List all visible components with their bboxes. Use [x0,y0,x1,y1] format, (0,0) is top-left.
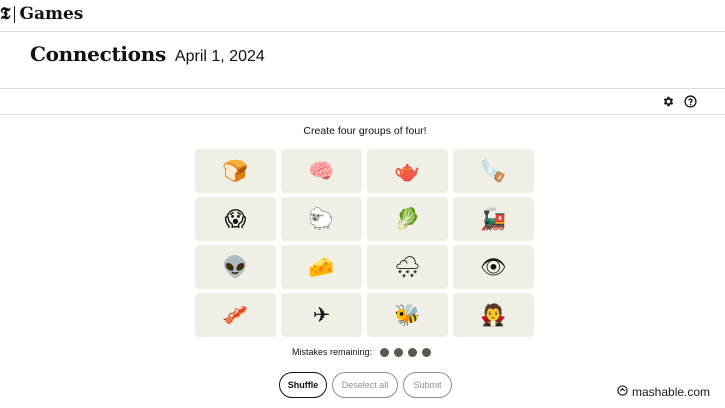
brand-name: Games [19,4,84,24]
tile-leafy-green[interactable]: 🥬 [367,197,448,241]
mistake-dot [394,347,404,357]
mashable-icon [617,385,628,399]
gear-icon[interactable] [662,95,675,108]
tile-bee[interactable]: 🐝 [367,293,448,337]
puzzle-date: April 1, 2024 [174,48,265,65]
tile-grid: 🍞 🧠 🫖 🪚 😱 🐑 🥬 🚂 👽 🧀 🌨 👁 🥓 ✈ 🐝 🧛 [195,149,534,337]
mistake-dot [422,347,432,357]
toolbar [0,88,725,115]
action-buttons: Shuffle Deselect all Submit [279,372,457,398]
tile-locomotive[interactable]: 🚂 [453,197,534,241]
games-brand[interactable]: 𝕿 Games [0,4,83,24]
tile-snow-cloud[interactable]: 🌨 [367,245,448,289]
tile-cheese[interactable]: 🧀 [281,245,362,289]
tile-sheep[interactable]: 🐑 [281,197,362,241]
mistakes-label: Mistakes remaining: [292,347,373,357]
tile-teapot[interactable]: 🫖 [367,149,448,193]
tile-bread[interactable]: 🍞 [195,149,276,193]
airplane-icon: ✈ [312,302,331,327]
bread-icon: 🍞 [222,158,249,183]
watermark: mashable.com [617,385,710,399]
bee-icon: 🐝 [394,302,421,327]
deselect-all-button[interactable]: Deselect all [332,372,398,398]
brand-bar: 𝕿 Games [0,0,725,32]
snow-cloud-icon: 🌨 [394,254,421,279]
teapot-icon: 🫖 [394,158,421,183]
mistake-dot [408,347,418,357]
brand-divider [14,5,16,23]
mistake-dots [380,347,436,357]
vampire-icon: 🧛 [480,302,507,327]
tile-eye[interactable]: 👁 [453,245,534,289]
sheep-icon: 🐑 [308,206,335,231]
tile-vampire[interactable]: 🧛 [453,293,534,337]
shuffle-button[interactable]: Shuffle [279,372,327,398]
page-title: Connections [30,42,166,66]
cheese-icon: 🧀 [308,254,335,279]
watermark-text: mashable.com [632,385,711,399]
alien-icon: 👽 [222,254,249,279]
brain-icon: 🧠 [308,158,335,183]
leafy-green-icon: 🥬 [394,206,421,231]
tile-screaming-face[interactable]: 😱 [195,197,276,241]
tile-saw[interactable]: 🪚 [453,149,534,193]
instructions: Create four groups of four! [303,125,427,137]
screaming-face-icon: 😱 [224,206,247,231]
tile-alien[interactable]: 👽 [195,245,276,289]
saw-icon: 🪚 [480,158,507,183]
locomotive-icon: 🚂 [480,206,507,231]
tile-bacon[interactable]: 🥓 [195,293,276,337]
help-icon[interactable] [684,95,697,108]
bacon-icon: 🥓 [222,302,249,327]
tile-brain[interactable]: 🧠 [281,149,362,193]
tile-airplane[interactable]: ✈ [281,293,362,337]
submit-button[interactable]: Submit [403,372,452,398]
nyt-logo: 𝕿 [0,4,11,24]
eye-icon: 👁 [480,254,507,279]
title-row: Connections April 1, 2024 [30,42,265,66]
mistake-dot [380,347,390,357]
mistakes-remaining: Mistakes remaining: [292,347,436,357]
